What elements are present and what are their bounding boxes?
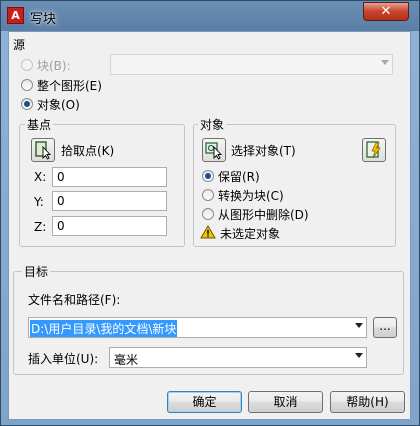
source-entire-drawing-radio[interactable] xyxy=(21,79,33,91)
objects-heading: 对象 xyxy=(198,116,227,133)
pick-point-button[interactable] xyxy=(31,138,55,162)
source-entire-drawing-label: 整个图形(E) xyxy=(37,79,102,93)
no-objects-selected-text: 未选定对象 xyxy=(220,227,281,241)
pick-point-icon xyxy=(35,141,52,160)
y-coordinate-label: Y: xyxy=(34,195,44,209)
cancel-button[interactable]: 取消 xyxy=(248,391,323,413)
select-objects-label: 选择对象(T) xyxy=(231,144,296,158)
source-block-label: 块(B): xyxy=(37,59,71,73)
file-path-label: 文件名和路径(F): xyxy=(28,293,121,307)
y-coordinate-input[interactable]: 0 xyxy=(52,191,167,211)
select-objects-icon xyxy=(205,142,223,160)
convert-to-block-radio[interactable] xyxy=(202,189,214,201)
z-coordinate-input[interactable]: 0 xyxy=(52,216,167,236)
title-bar[interactable]: A 写块 ✕ xyxy=(1,1,419,31)
x-coordinate-input[interactable]: 0 xyxy=(52,167,167,187)
chevron-down-icon xyxy=(355,353,363,358)
chevron-down-icon xyxy=(381,60,389,65)
retain-label: 保留(R) xyxy=(218,170,260,184)
autocad-logo-icon: A xyxy=(7,7,24,24)
retain-radio[interactable] xyxy=(202,170,214,182)
chevron-down-icon xyxy=(355,323,363,328)
delete-from-drawing-radio[interactable] xyxy=(202,208,214,220)
close-button[interactable]: ✕ xyxy=(363,2,409,21)
destination-heading: 目标 xyxy=(22,263,51,280)
insert-units-label: 插入单位(U): xyxy=(28,352,99,366)
delete-from-drawing-label: 从图形中删除(D) xyxy=(218,208,309,222)
write-block-window: A 写块 ✕ 源 块(B): 整个图形(E) 对象(O) 基点 拾取点(K) X… xyxy=(0,0,420,426)
insert-units-value: 毫米 xyxy=(114,353,139,367)
base-point-heading: 基点 xyxy=(25,116,54,133)
ok-button[interactable]: 确定 xyxy=(167,391,242,413)
source-objects-label: 对象(O) xyxy=(37,98,80,112)
window-title: 写块 xyxy=(30,12,57,27)
file-path-value[interactable]: D:\用户目录\我的文档\新块 xyxy=(30,320,178,337)
quick-select-icon xyxy=(366,141,381,159)
x-coordinate-label: X: xyxy=(34,170,47,184)
block-name-combo[interactable] xyxy=(110,54,393,75)
convert-to-block-label: 转换为块(C) xyxy=(218,189,284,203)
pick-point-label: 拾取点(K) xyxy=(61,144,115,158)
quick-select-button[interactable] xyxy=(362,138,386,162)
file-path-combo[interactable]: D:\用户目录\我的文档\新块 xyxy=(28,317,367,338)
select-objects-button[interactable] xyxy=(202,138,226,162)
warning-icon xyxy=(200,225,216,239)
help-button[interactable]: 帮助(H) xyxy=(330,391,405,413)
insert-units-combo[interactable]: 毫米 xyxy=(109,347,367,368)
browse-button[interactable]: ... xyxy=(373,317,397,338)
source-block-radio[interactable] xyxy=(21,59,33,71)
z-coordinate-label: Z: xyxy=(34,220,47,234)
source-objects-radio[interactable] xyxy=(21,98,33,110)
source-heading: 源 xyxy=(13,38,26,52)
dialog-client-area: 源 块(B): 整个图形(E) 对象(O) 基点 拾取点(K) X: 0 Y: … xyxy=(8,31,411,420)
